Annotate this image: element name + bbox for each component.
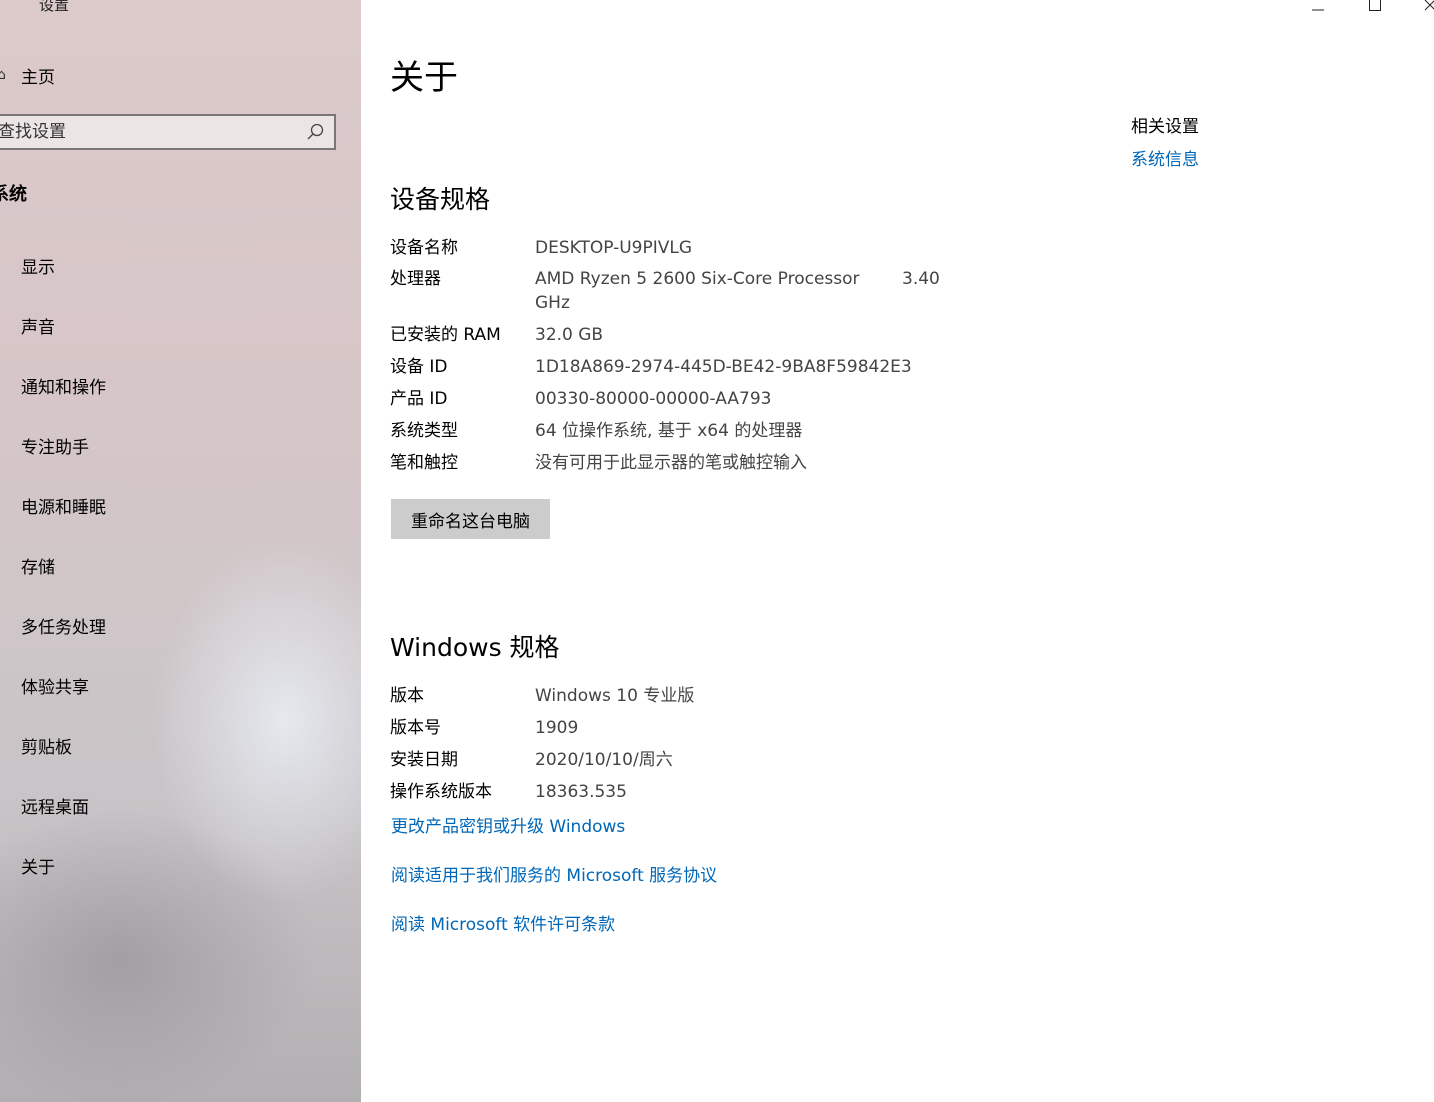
related-settings-title: 相关设置	[1131, 117, 1199, 137]
share-icon	[0, 673, 21, 697]
spec-value-extra: 3.40	[902, 269, 940, 289]
sidebar-item-label: 剪贴板	[21, 737, 72, 758]
sidebar-item-storage[interactable]: - 存储	[0, 545, 361, 585]
license-terms-link[interactable]: 阅读 Microsoft 软件许可条款	[391, 910, 615, 935]
spec-label: 安装日期	[390, 750, 458, 770]
section-header: 系统	[0, 184, 27, 205]
spec-label: 笔和触控	[390, 453, 458, 473]
spec-value: 1909	[535, 718, 579, 738]
sidebar-item-shared-experiences[interactable]: 体验共享	[0, 665, 361, 705]
sidebar-item-focus-assist[interactable]: 专注助手	[0, 425, 361, 465]
windows-spec-heading: Windows 规格	[390, 633, 560, 662]
spec-label: 处理器	[390, 269, 441, 289]
search-box[interactable]	[0, 114, 336, 150]
speaker-icon: )	[0, 313, 21, 337]
close-button[interactable]	[1407, 0, 1434, 18]
spec-label: 版本	[390, 686, 424, 706]
spec-row-processor: 处理器 AMD Ryzen 5 2600 Six-Core Processor …	[390, 267, 1090, 315]
sidebar-item-label: 多任务处理	[21, 617, 106, 638]
spec-value: 64 位操作系统, 基于 x64 的处理器	[535, 421, 803, 441]
home-label: 主页	[21, 67, 55, 88]
sidebar-item-label: 体验共享	[21, 677, 89, 698]
sidebar-item-label: 关于	[21, 857, 55, 878]
sidebar-item-label: 专注助手	[21, 437, 89, 458]
sidebar-item-label: 存储	[21, 557, 55, 578]
home-icon: ⌂	[0, 67, 6, 83]
spec-label: 版本号	[390, 718, 441, 738]
spec-label: 设备名称	[390, 238, 458, 258]
rename-pc-button[interactable]: 重命名这台电脑	[391, 499, 550, 539]
moon-icon	[0, 433, 21, 457]
spec-value: 00330-80000-00000-AA793	[535, 389, 772, 409]
sidebar-item-notifications[interactable]: | 通知和操作	[0, 365, 361, 405]
spec-value: AMD Ryzen 5 2600 Six-Core Processor	[535, 269, 860, 289]
spec-value: 1D18A869-2974-445D-BE42-9BA8F59842E3	[535, 357, 912, 377]
system-info-link[interactable]: 系统信息	[1131, 145, 1199, 170]
sidebar-item-label: 声音	[21, 317, 55, 338]
spec-value: 18363.535	[535, 782, 627, 802]
spec-label: 系统类型	[390, 421, 458, 441]
notification-icon: |	[0, 373, 21, 397]
multitasking-icon: -	[0, 613, 21, 637]
spec-value-wrap: GHz	[535, 293, 570, 313]
home-nav-item[interactable]: ⌂ 主页	[0, 60, 55, 90]
sidebar-item-label: 远程桌面	[21, 797, 89, 818]
service-agreement-link[interactable]: 阅读适用于我们服务的 Microsoft 服务协议	[391, 861, 717, 886]
minimize-button[interactable]	[1295, 0, 1341, 18]
minimize-icon	[1312, 9, 1324, 11]
spec-label: 设备 ID	[390, 357, 448, 377]
spec-value: Windows 10 专业版	[535, 686, 695, 706]
spec-value: 没有可用于此显示器的笔或触控输入	[535, 453, 807, 473]
storage-icon: -	[0, 553, 21, 577]
maximize-icon	[1369, 0, 1381, 11]
sidebar-item-power-sleep[interactable]: 电源和睡眠	[0, 485, 361, 525]
close-icon	[1424, 0, 1434, 11]
spec-value: DESKTOP-U9PIVLG	[535, 238, 693, 258]
sidebar: 设置 ⌂ 主页 系统 显示 ) 声音 | 通知和操作 专注助手 电源和睡眠 - …	[0, 0, 361, 1102]
remote-desktop-icon	[0, 793, 21, 817]
sidebar-item-multitasking[interactable]: - 多任务处理	[0, 605, 361, 645]
sidebar-item-label: 显示	[21, 257, 55, 278]
spec-value: 32.0 GB	[535, 325, 604, 345]
info-icon	[0, 853, 21, 877]
search-input[interactable]	[0, 122, 304, 142]
sidebar-item-display[interactable]: 显示	[0, 245, 361, 285]
main-content: 关于 设备规格 设备名称 DESKTOP-U9PIVLG 处理器 AMD Ryz…	[361, 0, 1434, 1102]
maximize-button[interactable]	[1352, 0, 1398, 18]
display-icon	[0, 253, 21, 277]
search-icon[interactable]	[304, 121, 326, 143]
sidebar-item-about[interactable]: 关于	[0, 845, 361, 885]
sidebar-item-sound[interactable]: ) 声音	[0, 305, 361, 345]
sidebar-item-label: 通知和操作	[21, 377, 106, 398]
clipboard-icon	[0, 733, 21, 757]
device-spec-heading: 设备规格	[390, 185, 491, 214]
sidebar-item-clipboard[interactable]: 剪贴板	[0, 725, 361, 765]
spec-label: 产品 ID	[390, 389, 448, 409]
spec-label: 操作系统版本	[390, 782, 492, 802]
sidebar-item-label: 电源和睡眠	[21, 497, 106, 518]
page-title: 关于	[390, 58, 458, 98]
power-icon	[0, 493, 21, 517]
app-title: 设置	[39, 0, 70, 14]
spec-label: 已安装的 RAM	[390, 325, 501, 345]
spec-value: 2020/10/10/周六	[535, 750, 673, 770]
change-product-key-link[interactable]: 更改产品密钥或升级 Windows	[391, 812, 625, 837]
sidebar-item-remote-desktop[interactable]: 远程桌面	[0, 785, 361, 825]
